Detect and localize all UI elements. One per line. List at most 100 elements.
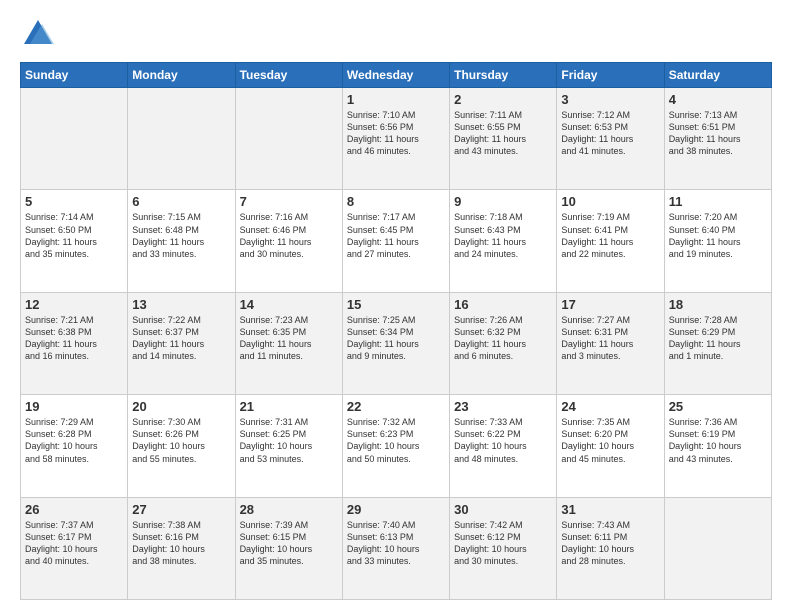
day-number: 4 bbox=[669, 92, 767, 107]
calendar-cell: 21 Sunrise: 7:31 AM Sunset: 6:25 PM Dayli… bbox=[235, 395, 342, 497]
weekday-header-monday: Monday bbox=[128, 63, 235, 88]
day-info: Sunrise: 7:38 AM Sunset: 6:16 PM Dayligh… bbox=[132, 519, 230, 568]
calendar-cell: 5 Sunrise: 7:14 AM Sunset: 6:50 PM Daylig… bbox=[21, 190, 128, 292]
day-number: 5 bbox=[25, 194, 123, 209]
day-info: Sunrise: 7:36 AM Sunset: 6:19 PM Dayligh… bbox=[669, 416, 767, 465]
day-number: 2 bbox=[454, 92, 552, 107]
day-number: 7 bbox=[240, 194, 338, 209]
weekday-header-wednesday: Wednesday bbox=[342, 63, 449, 88]
day-number: 26 bbox=[25, 502, 123, 517]
day-number: 30 bbox=[454, 502, 552, 517]
calendar-cell bbox=[21, 88, 128, 190]
weekday-header-tuesday: Tuesday bbox=[235, 63, 342, 88]
day-info: Sunrise: 7:16 AM Sunset: 6:46 PM Dayligh… bbox=[240, 211, 338, 260]
day-info: Sunrise: 7:25 AM Sunset: 6:34 PM Dayligh… bbox=[347, 314, 445, 363]
day-number: 23 bbox=[454, 399, 552, 414]
day-number: 1 bbox=[347, 92, 445, 107]
day-info: Sunrise: 7:18 AM Sunset: 6:43 PM Dayligh… bbox=[454, 211, 552, 260]
calendar-cell: 4 Sunrise: 7:13 AM Sunset: 6:51 PM Daylig… bbox=[664, 88, 771, 190]
weekday-header-row: SundayMondayTuesdayWednesdayThursdayFrid… bbox=[21, 63, 772, 88]
day-info: Sunrise: 7:30 AM Sunset: 6:26 PM Dayligh… bbox=[132, 416, 230, 465]
calendar-cell: 17 Sunrise: 7:27 AM Sunset: 6:31 PM Dayli… bbox=[557, 292, 664, 394]
weekday-header-thursday: Thursday bbox=[450, 63, 557, 88]
calendar-cell bbox=[235, 88, 342, 190]
calendar-cell: 18 Sunrise: 7:28 AM Sunset: 6:29 PM Dayli… bbox=[664, 292, 771, 394]
day-number: 31 bbox=[561, 502, 659, 517]
day-number: 29 bbox=[347, 502, 445, 517]
calendar-cell: 9 Sunrise: 7:18 AM Sunset: 6:43 PM Daylig… bbox=[450, 190, 557, 292]
day-number: 18 bbox=[669, 297, 767, 312]
day-info: Sunrise: 7:26 AM Sunset: 6:32 PM Dayligh… bbox=[454, 314, 552, 363]
day-info: Sunrise: 7:43 AM Sunset: 6:11 PM Dayligh… bbox=[561, 519, 659, 568]
day-number: 10 bbox=[561, 194, 659, 209]
logo-icon bbox=[20, 16, 56, 52]
day-info: Sunrise: 7:28 AM Sunset: 6:29 PM Dayligh… bbox=[669, 314, 767, 363]
day-number: 20 bbox=[132, 399, 230, 414]
day-number: 9 bbox=[454, 194, 552, 209]
calendar-cell: 10Sunrise: 7:19 AM Sunset: 6:41 PM Dayli… bbox=[557, 190, 664, 292]
week-row-1: 1 Sunrise: 7:10 AM Sunset: 6:56 PM Daylig… bbox=[21, 88, 772, 190]
weekday-header-saturday: Saturday bbox=[664, 63, 771, 88]
calendar-cell: 1 Sunrise: 7:10 AM Sunset: 6:56 PM Daylig… bbox=[342, 88, 449, 190]
calendar-cell: 26 Sunrise: 7:37 AM Sunset: 6:17 PM Dayli… bbox=[21, 497, 128, 599]
calendar-cell: 22 Sunrise: 7:32 AM Sunset: 6:23 PM Dayli… bbox=[342, 395, 449, 497]
calendar-cell: 28 Sunrise: 7:39 AM Sunset: 6:15 PM Dayli… bbox=[235, 497, 342, 599]
day-info: Sunrise: 7:23 AM Sunset: 6:35 PM Dayligh… bbox=[240, 314, 338, 363]
day-info: Sunrise: 7:13 AM Sunset: 6:51 PM Dayligh… bbox=[669, 109, 767, 158]
calendar-cell: 20 Sunrise: 7:30 AM Sunset: 6:26 PM Dayli… bbox=[128, 395, 235, 497]
day-number: 3 bbox=[561, 92, 659, 107]
day-number: 24 bbox=[561, 399, 659, 414]
calendar-cell: 24Sunrise: 7:35 AM Sunset: 6:20 PM Dayli… bbox=[557, 395, 664, 497]
calendar-cell: 25Sunrise: 7:36 AM Sunset: 6:19 PM Dayli… bbox=[664, 395, 771, 497]
week-row-3: 12Sunrise: 7:21 AM Sunset: 6:38 PM Dayli… bbox=[21, 292, 772, 394]
week-row-5: 26 Sunrise: 7:37 AM Sunset: 6:17 PM Dayli… bbox=[21, 497, 772, 599]
calendar-cell bbox=[128, 88, 235, 190]
calendar-cell: 31 Sunrise: 7:43 AM Sunset: 6:11 PM Dayli… bbox=[557, 497, 664, 599]
day-info: Sunrise: 7:22 AM Sunset: 6:37 PM Dayligh… bbox=[132, 314, 230, 363]
calendar-cell: 11 Sunrise: 7:20 AM Sunset: 6:40 PM Dayli… bbox=[664, 190, 771, 292]
day-info: Sunrise: 7:14 AM Sunset: 6:50 PM Dayligh… bbox=[25, 211, 123, 260]
day-info: Sunrise: 7:27 AM Sunset: 6:31 PM Dayligh… bbox=[561, 314, 659, 363]
day-info: Sunrise: 7:40 AM Sunset: 6:13 PM Dayligh… bbox=[347, 519, 445, 568]
day-info: Sunrise: 7:31 AM Sunset: 6:25 PM Dayligh… bbox=[240, 416, 338, 465]
day-number: 13 bbox=[132, 297, 230, 312]
calendar-cell: 27 Sunrise: 7:38 AM Sunset: 6:16 PM Dayli… bbox=[128, 497, 235, 599]
logo bbox=[20, 16, 60, 52]
day-info: Sunrise: 7:32 AM Sunset: 6:23 PM Dayligh… bbox=[347, 416, 445, 465]
day-number: 17 bbox=[561, 297, 659, 312]
day-info: Sunrise: 7:20 AM Sunset: 6:40 PM Dayligh… bbox=[669, 211, 767, 260]
weekday-header-sunday: Sunday bbox=[21, 63, 128, 88]
week-row-2: 5 Sunrise: 7:14 AM Sunset: 6:50 PM Daylig… bbox=[21, 190, 772, 292]
day-number: 11 bbox=[669, 194, 767, 209]
header bbox=[20, 16, 772, 52]
day-info: Sunrise: 7:29 AM Sunset: 6:28 PM Dayligh… bbox=[25, 416, 123, 465]
day-info: Sunrise: 7:39 AM Sunset: 6:15 PM Dayligh… bbox=[240, 519, 338, 568]
day-info: Sunrise: 7:15 AM Sunset: 6:48 PM Dayligh… bbox=[132, 211, 230, 260]
calendar-cell: 3Sunrise: 7:12 AM Sunset: 6:53 PM Daylig… bbox=[557, 88, 664, 190]
day-info: Sunrise: 7:33 AM Sunset: 6:22 PM Dayligh… bbox=[454, 416, 552, 465]
calendar-cell: 12Sunrise: 7:21 AM Sunset: 6:38 PM Dayli… bbox=[21, 292, 128, 394]
calendar-cell: 29 Sunrise: 7:40 AM Sunset: 6:13 PM Dayli… bbox=[342, 497, 449, 599]
day-number: 27 bbox=[132, 502, 230, 517]
calendar-cell bbox=[664, 497, 771, 599]
calendar-cell: 15Sunrise: 7:25 AM Sunset: 6:34 PM Dayli… bbox=[342, 292, 449, 394]
day-number: 22 bbox=[347, 399, 445, 414]
day-info: Sunrise: 7:10 AM Sunset: 6:56 PM Dayligh… bbox=[347, 109, 445, 158]
weekday-header-friday: Friday bbox=[557, 63, 664, 88]
calendar-cell: 23 Sunrise: 7:33 AM Sunset: 6:22 PM Dayli… bbox=[450, 395, 557, 497]
day-number: 16 bbox=[454, 297, 552, 312]
day-info: Sunrise: 7:37 AM Sunset: 6:17 PM Dayligh… bbox=[25, 519, 123, 568]
page: SundayMondayTuesdayWednesdayThursdayFrid… bbox=[0, 0, 792, 612]
day-info: Sunrise: 7:11 AM Sunset: 6:55 PM Dayligh… bbox=[454, 109, 552, 158]
day-number: 6 bbox=[132, 194, 230, 209]
day-number: 21 bbox=[240, 399, 338, 414]
calendar-cell: 30 Sunrise: 7:42 AM Sunset: 6:12 PM Dayli… bbox=[450, 497, 557, 599]
calendar-cell: 8Sunrise: 7:17 AM Sunset: 6:45 PM Daylig… bbox=[342, 190, 449, 292]
calendar-cell: 19Sunrise: 7:29 AM Sunset: 6:28 PM Dayli… bbox=[21, 395, 128, 497]
day-info: Sunrise: 7:42 AM Sunset: 6:12 PM Dayligh… bbox=[454, 519, 552, 568]
day-number: 14 bbox=[240, 297, 338, 312]
calendar-cell: 6 Sunrise: 7:15 AM Sunset: 6:48 PM Daylig… bbox=[128, 190, 235, 292]
day-number: 28 bbox=[240, 502, 338, 517]
calendar-cell: 14 Sunrise: 7:23 AM Sunset: 6:35 PM Dayli… bbox=[235, 292, 342, 394]
day-info: Sunrise: 7:17 AM Sunset: 6:45 PM Dayligh… bbox=[347, 211, 445, 260]
